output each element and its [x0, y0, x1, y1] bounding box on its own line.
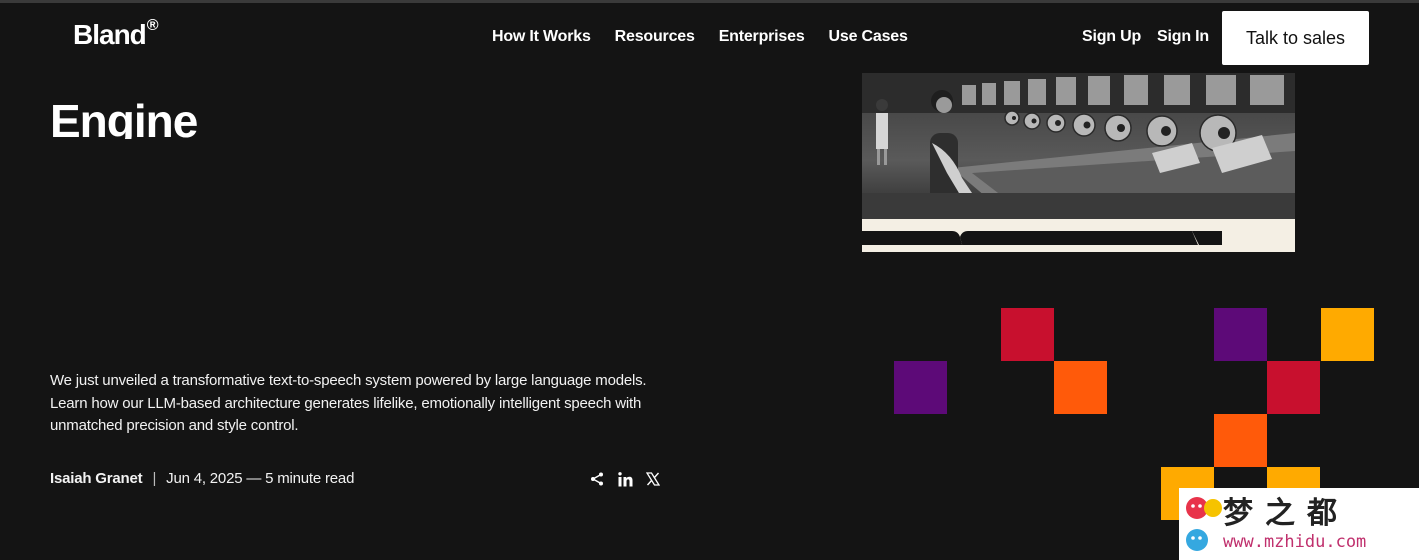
hero-title-wrapper: gEngine	[50, 69, 750, 139]
linkedin-icon[interactable]	[616, 470, 634, 488]
hero-illustration	[862, 73, 1295, 252]
main-nav: How It Works Resources Enterprises Use C…	[492, 28, 908, 46]
nav-how-it-works[interactable]: How It Works	[492, 28, 591, 46]
nav-enterprises[interactable]: Enterprises	[719, 28, 805, 46]
talk-to-sales-button[interactable]: Talk to sales	[1222, 11, 1369, 65]
site-watermark: 梦之都 www.mzhidu.com	[1179, 488, 1419, 560]
sign-up-link[interactable]: Sign Up	[1082, 28, 1141, 46]
article-summary: We just unveiled a transformative text-t…	[50, 372, 647, 434]
share-icon[interactable]	[588, 470, 606, 488]
pixel-block-yellow	[1321, 308, 1374, 361]
registered-mark: ®	[146, 16, 159, 34]
watermark-url: www.mzhidu.com	[1223, 532, 1367, 552]
pixel-block-red	[1001, 308, 1054, 361]
publish-date-read-time: Jun 4, 2025 — 5 minute read	[166, 470, 355, 487]
meta-separator: |	[152, 470, 157, 487]
brand-logo[interactable]: Bland®	[73, 16, 159, 51]
page-title: gEngine	[50, 95, 198, 139]
author-name[interactable]: Isaiah Granet	[50, 470, 143, 487]
watermark-text: 梦之都	[1223, 497, 1349, 530]
pixel-block-orange	[1054, 361, 1107, 414]
auth-links: Sign Up Sign In	[1082, 28, 1209, 46]
pixel-block-orange	[1214, 414, 1267, 467]
site-header: Bland® How It Works Resources Enterprise…	[0, 3, 1419, 69]
x-icon[interactable]	[644, 470, 662, 488]
share-bar	[588, 470, 662, 488]
nav-resources[interactable]: Resources	[615, 28, 695, 46]
pixel-block-purple	[1214, 308, 1267, 361]
nav-use-cases[interactable]: Use Cases	[829, 28, 908, 46]
pixel-block-purple	[894, 361, 947, 414]
article-meta: Isaiah Granet | Jun 4, 2025 — 5 minute r…	[50, 470, 354, 487]
watermark-logo-icon	[1186, 497, 1222, 551]
pixel-block-red	[1267, 361, 1320, 414]
sign-in-link[interactable]: Sign In	[1157, 28, 1209, 46]
